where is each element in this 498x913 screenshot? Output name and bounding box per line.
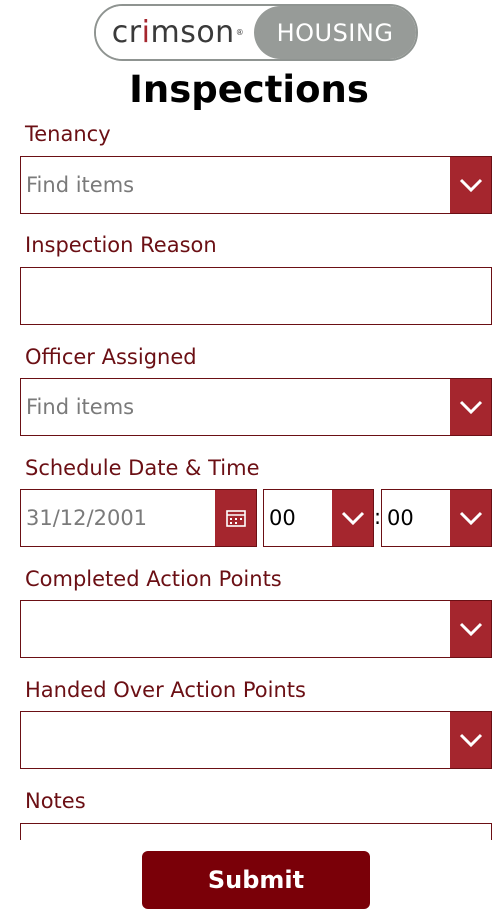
tenancy-combobox[interactable]: Find items: [20, 156, 492, 214]
logo-brand-post: mson: [150, 15, 235, 50]
schedule-date-picker[interactable]: 31/12/2001: [20, 489, 257, 547]
schedule-hour-value: 00: [269, 506, 296, 530]
schedule-hour-dropdown[interactable]: 00: [263, 489, 374, 547]
inspections-app: cr i mson ® HOUSING Inspections Tenancy Fin…: [0, 0, 498, 913]
chevron-down-icon: [459, 622, 482, 636]
notes-label: Notes: [25, 789, 86, 813]
hour-dropdown-button[interactable]: [332, 490, 373, 546]
completed-action-points-dropdown-button[interactable]: [450, 601, 491, 657]
crimson-housing-logo: cr i mson ® HOUSING: [94, 4, 418, 61]
chevron-down-icon: [459, 178, 482, 192]
schedule-date-placeholder: 31/12/2001: [26, 506, 148, 530]
logo-brand-accent: i: [141, 15, 151, 50]
tenancy-label: Tenancy: [25, 122, 111, 146]
chevron-down-icon: [459, 400, 482, 414]
tenancy-dropdown-button[interactable]: [450, 157, 491, 213]
chevron-down-icon: [459, 511, 482, 525]
logo-housing: HOUSING: [254, 6, 416, 59]
officer-assigned-dropdown-button[interactable]: [450, 379, 491, 435]
schedule-label: Schedule Date & Time: [25, 456, 260, 480]
chevron-down-icon: [341, 511, 364, 525]
schedule-minute-value: 00: [387, 506, 414, 530]
schedule-minute-dropdown[interactable]: 00: [381, 489, 492, 547]
completed-action-points-label: Completed Action Points: [25, 567, 282, 591]
officer-assigned-label: Officer Assigned: [25, 345, 197, 369]
logo-registered-mark: ®: [235, 28, 245, 37]
officer-assigned-combobox[interactable]: Find items: [20, 378, 492, 436]
chevron-down-icon: [459, 733, 482, 747]
notes-textarea[interactable]: [20, 823, 492, 840]
tenancy-placeholder: Find items: [26, 173, 135, 197]
logo-brand-pre: cr: [111, 15, 142, 50]
notes-viewport: [0, 820, 498, 840]
inspection-reason-input[interactable]: [20, 267, 492, 325]
calendar-button[interactable]: [215, 490, 256, 546]
inspection-reason-label: Inspection Reason: [25, 233, 217, 257]
page-title: Inspections: [129, 68, 369, 111]
submit-button[interactable]: Submit: [142, 851, 370, 909]
minute-dropdown-button[interactable]: [450, 490, 491, 546]
completed-action-points-combobox[interactable]: [20, 600, 492, 658]
handed-over-action-points-combobox[interactable]: [20, 711, 492, 769]
handed-over-action-points-label: Handed Over Action Points: [25, 678, 306, 702]
handed-over-action-points-dropdown-button[interactable]: [450, 712, 491, 768]
logo-brand: cr i mson ®: [96, 6, 254, 59]
calendar-icon: [225, 510, 246, 527]
officer-assigned-placeholder: Find items: [26, 395, 135, 419]
